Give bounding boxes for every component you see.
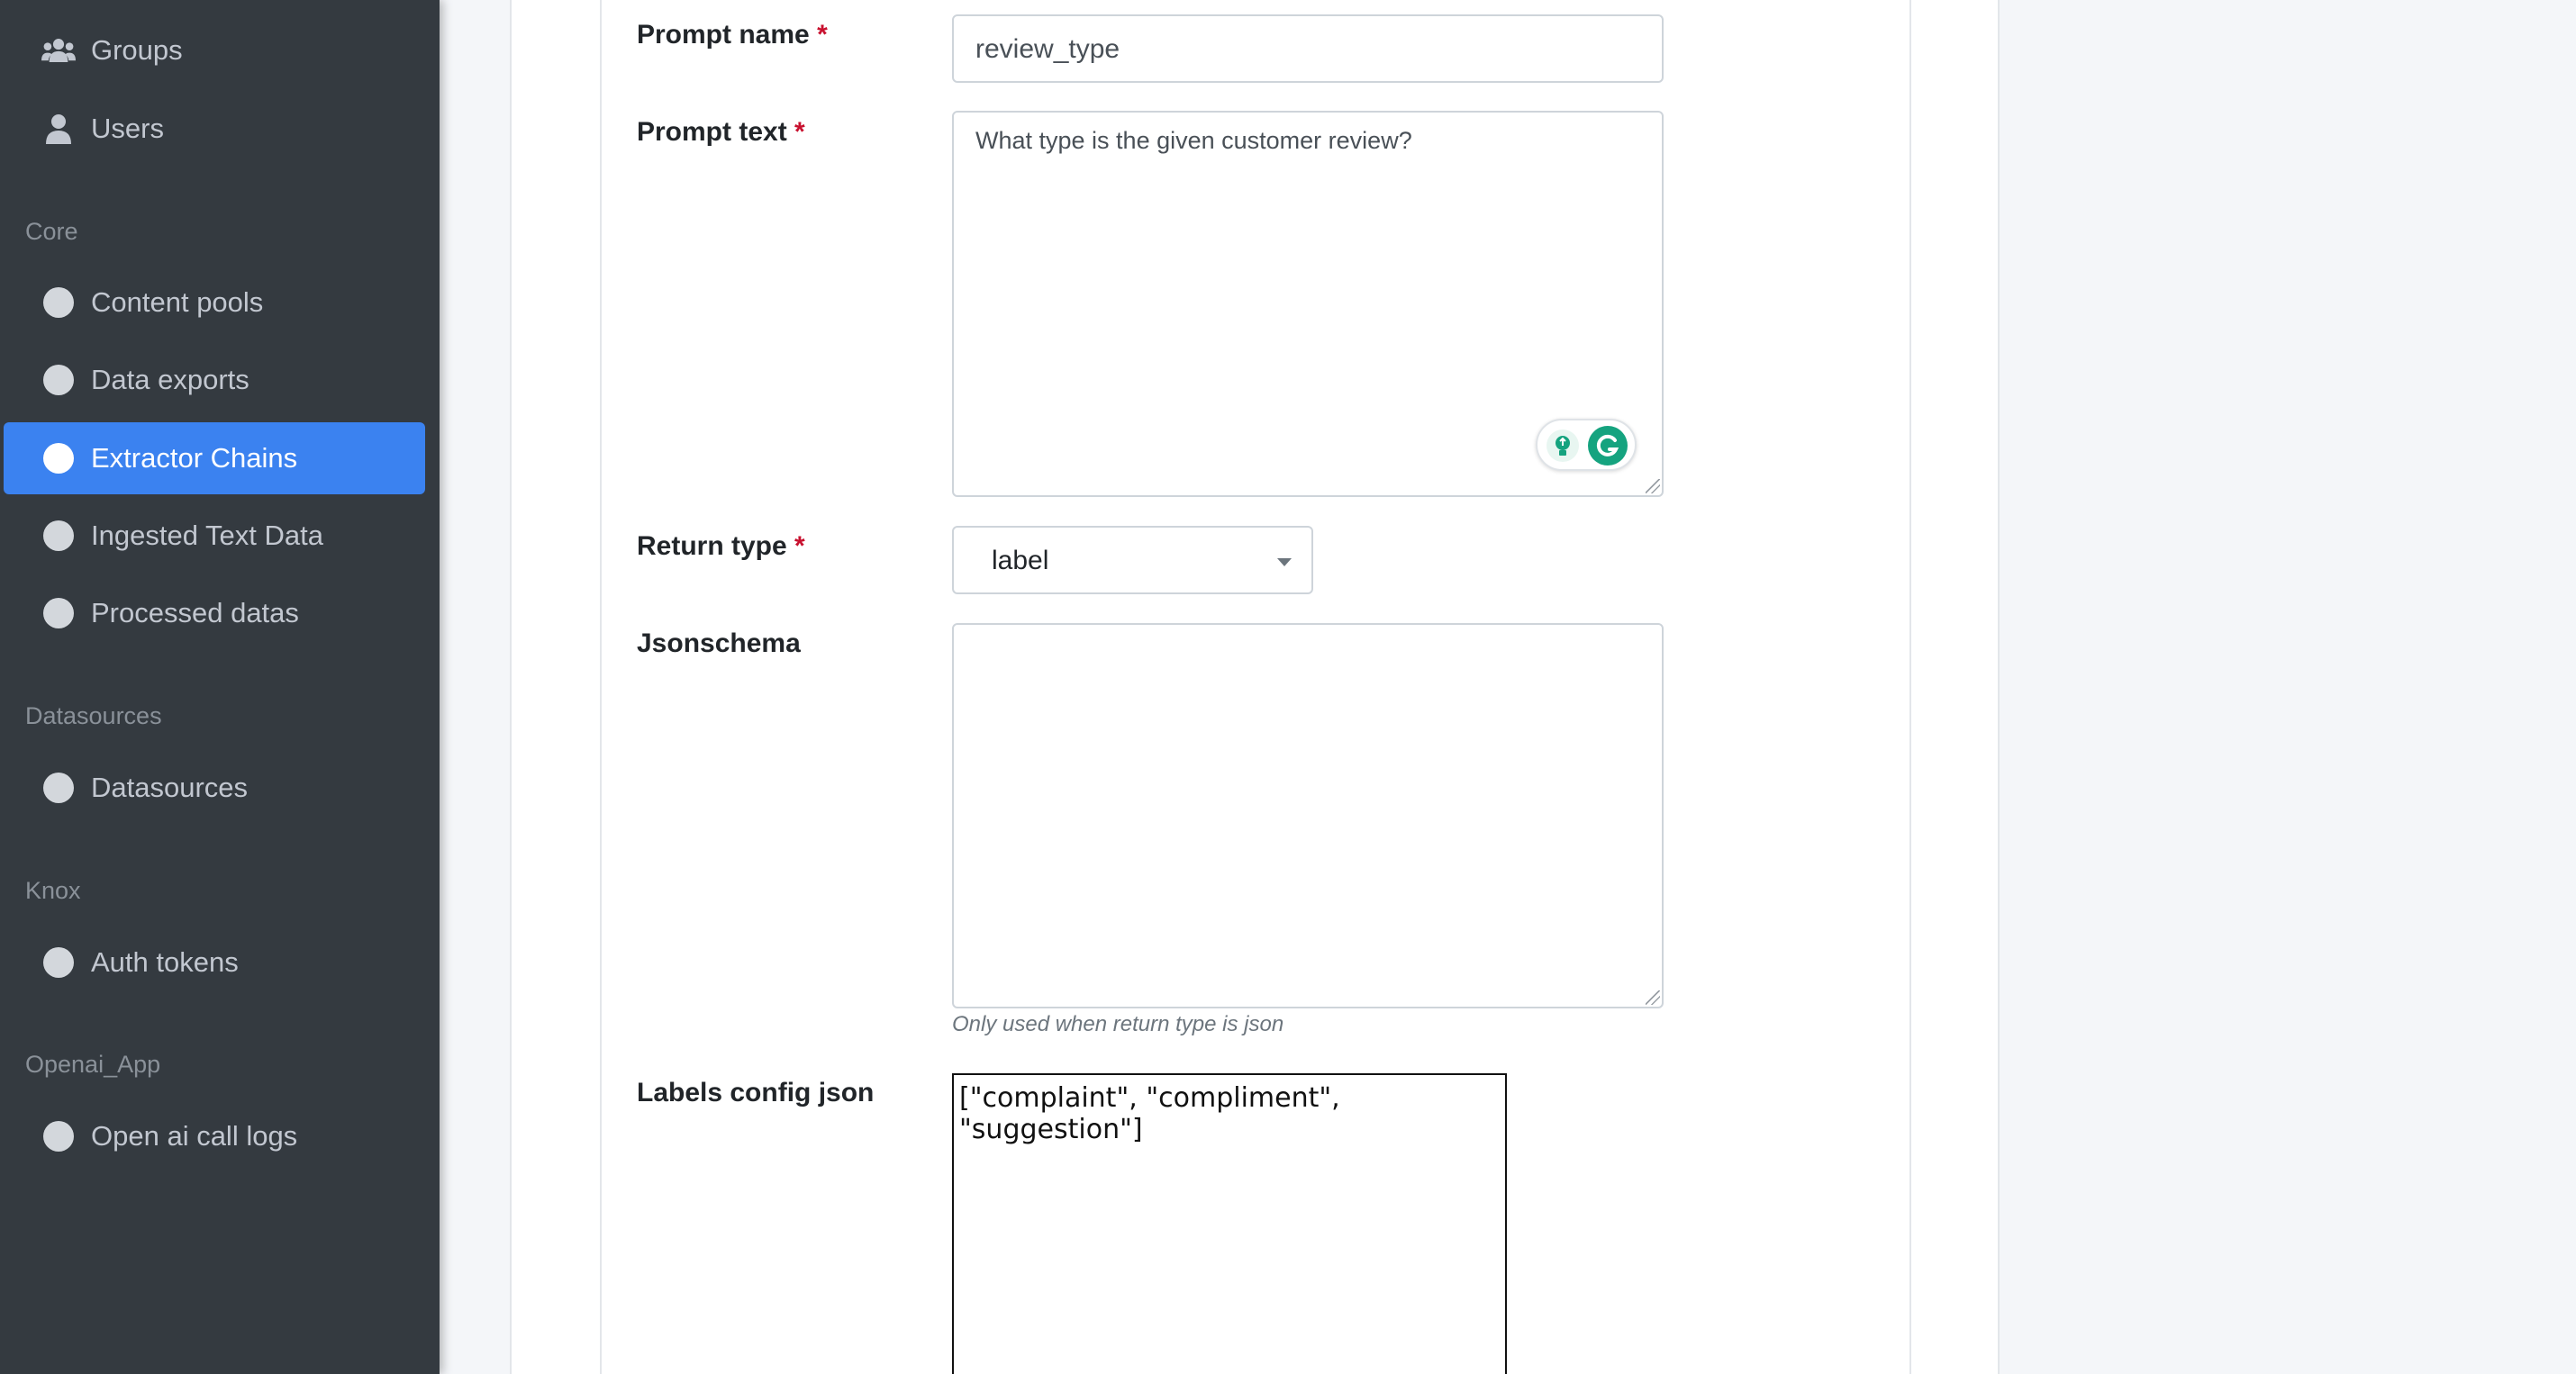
sidebar-item-extractor-chains[interactable]: Extractor Chains bbox=[4, 422, 425, 494]
sidebar-item-label: Users bbox=[91, 113, 164, 144]
sidebar-section-header: Knox bbox=[25, 877, 81, 904]
prompt-text-textarea[interactable]: What type is the given customer review? bbox=[952, 111, 1664, 497]
sidebar-item-label: Extractor Chains bbox=[91, 442, 298, 474]
circle-icon bbox=[41, 285, 76, 320]
sidebar-item-groups[interactable]: Groups bbox=[4, 14, 425, 86]
circle-icon bbox=[41, 441, 76, 475]
required-marker: * bbox=[817, 20, 828, 50]
sidebar-section-header: Openai_App bbox=[25, 1051, 161, 1078]
sidebar-item-label: Content pools bbox=[91, 286, 264, 318]
sidebar-item-data-exports[interactable]: Data exports bbox=[4, 344, 425, 416]
labels-config-json-textarea[interactable]: ["complaint", "compliment", "suggestion"… bbox=[952, 1073, 1507, 1374]
required-marker: * bbox=[794, 531, 805, 561]
jsonschema-help-text: Only used when return type is json bbox=[952, 1012, 1284, 1036]
jsonschema-textarea[interactable] bbox=[952, 623, 1664, 1008]
resize-handle[interactable] bbox=[1646, 990, 1660, 1005]
users-group-icon bbox=[41, 33, 76, 68]
sidebar-item-open-ai-call-logs[interactable]: Open ai call logs bbox=[4, 1100, 425, 1172]
prompt-name-input[interactable]: review_type bbox=[952, 14, 1664, 83]
sidebar-item-label: Processed datas bbox=[91, 597, 299, 628]
circle-icon bbox=[41, 771, 76, 805]
sidebar-item-content-pools[interactable]: Content pools bbox=[4, 267, 425, 339]
resize-handle[interactable] bbox=[1646, 479, 1660, 493]
sidebar-item-processed-datas[interactable]: Processed datas bbox=[4, 577, 425, 649]
sidebar-item-label: Data exports bbox=[91, 364, 249, 395]
sidebar-item-label: Open ai call logs bbox=[91, 1120, 298, 1152]
sidebar: Groups Users Core Content pools Data exp… bbox=[0, 0, 440, 1374]
grammarly-icon[interactable] bbox=[1588, 426, 1628, 466]
return-type-label: Return type * bbox=[637, 531, 805, 561]
sidebar-item-label: Ingested Text Data bbox=[91, 520, 323, 551]
jsonschema-label: Jsonschema bbox=[637, 628, 801, 658]
sidebar-item-label: Auth tokens bbox=[91, 946, 239, 978]
sidebar-item-ingested-text-data[interactable]: Ingested Text Data bbox=[4, 500, 425, 572]
sidebar-item-datasources[interactable]: Datasources bbox=[4, 752, 425, 824]
circle-icon bbox=[41, 1119, 76, 1153]
circle-icon bbox=[41, 363, 76, 397]
required-marker: * bbox=[794, 117, 805, 147]
sidebar-item-auth-tokens[interactable]: Auth tokens bbox=[4, 927, 425, 999]
lightbulb-icon[interactable] bbox=[1547, 429, 1579, 462]
sidebar-section-header: Core bbox=[25, 218, 78, 245]
labels-config-json-label: Labels config json bbox=[637, 1078, 875, 1107]
circle-icon bbox=[41, 945, 76, 980]
prompt-text-label: Prompt text * bbox=[637, 117, 805, 147]
circle-icon bbox=[41, 596, 76, 630]
sidebar-item-label: Groups bbox=[91, 34, 183, 66]
prompt-name-label: Prompt name * bbox=[637, 20, 828, 50]
sidebar-item-label: Datasources bbox=[91, 772, 249, 803]
grammarly-widget[interactable] bbox=[1536, 419, 1637, 471]
sidebar-section-header: Datasources bbox=[25, 702, 162, 729]
caret-down-icon bbox=[1277, 558, 1292, 566]
sidebar-item-users[interactable]: Users bbox=[4, 93, 425, 165]
circle-icon bbox=[41, 519, 76, 553]
user-icon bbox=[41, 112, 76, 146]
return-type-select[interactable]: label bbox=[952, 526, 1313, 594]
